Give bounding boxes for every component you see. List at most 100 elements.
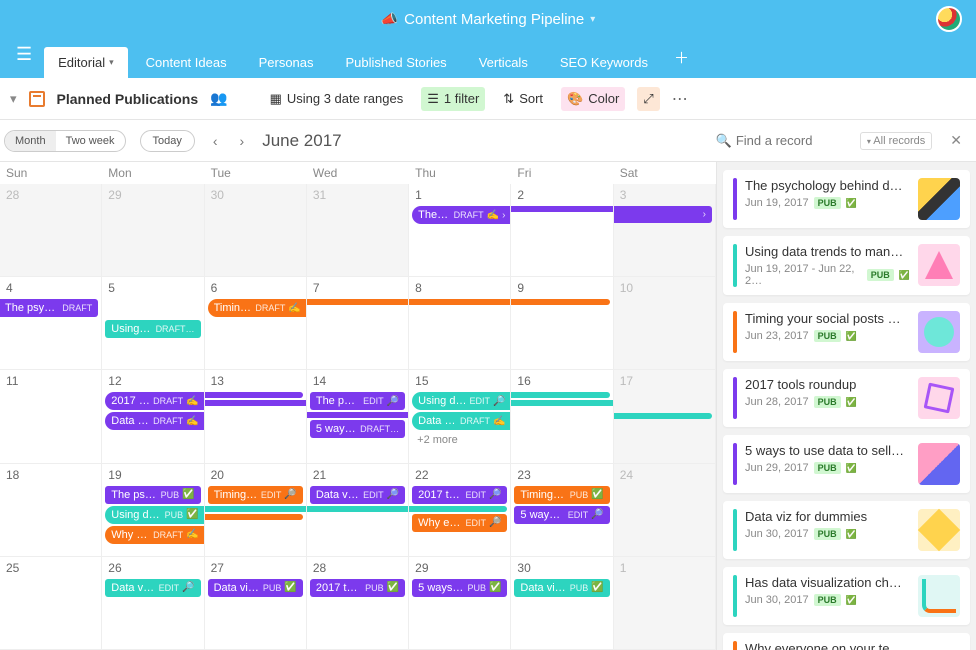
calendar-cell[interactable]: 31 (307, 184, 409, 277)
event-chip[interactable] (409, 506, 507, 512)
event-chip[interactable]: The psychol…PUB✅ (105, 486, 200, 504)
event-chip[interactable]: Timing your …PUB✅ (514, 486, 609, 504)
calendar-cell[interactable]: 14The psychol…EDIT🔎5 ways to u…DRAFT… (307, 370, 409, 463)
calendar-cell[interactable]: 19The psychol…PUB✅Using data trends to m… (102, 464, 204, 557)
event-chip[interactable]: Data visualiz…EDIT🔎 (310, 486, 405, 504)
event-chip[interactable]: The psychology …DRAFT (0, 299, 98, 317)
calendar-cell[interactable]: 222017 tools r…EDIT🔎Why everyo…EDIT🔎 (409, 464, 511, 557)
more-events[interactable]: +2 more (411, 432, 508, 448)
record-sidebar[interactable]: The psychology behind d…Jun 19, 2017PUB✅… (716, 162, 976, 650)
event-chip[interactable]: Data viz for dummiesDRAFT✍️ (412, 412, 511, 430)
calendar-cell[interactable]: 1The psychology behind data vizDRAFT✍️› (409, 184, 511, 277)
calendar-cell[interactable]: 23Timing your …PUB✅5 ways to us…EDIT🔎 (511, 464, 613, 557)
calendar-cell[interactable]: 20Timing your …EDIT🔎 (205, 464, 307, 557)
event-chip[interactable]: Data viz for …PUB✅ (514, 579, 609, 597)
range-twoweek[interactable]: Two week (56, 131, 125, 151)
range-month[interactable]: Month (5, 131, 56, 151)
record-card[interactable]: Has data visualization ch…Jun 30, 2017PU… (723, 567, 970, 625)
event-chip[interactable]: 2017 tools r…PUB✅ (310, 579, 405, 597)
record-card[interactable]: The psychology behind d…Jun 19, 2017PUB✅ (723, 170, 970, 228)
calendar-cell[interactable]: 8 (409, 277, 511, 370)
range-toggle[interactable]: Month Two week (4, 130, 126, 152)
event-chip[interactable]: The psychology behind data vizDRAFT✍️› (412, 206, 511, 224)
event-chip[interactable] (307, 412, 409, 418)
calendar-cell[interactable]: 10 (614, 277, 716, 370)
calendar-cell[interactable]: 3› (614, 184, 716, 277)
calendar-cell[interactable]: 21Data visualiz…EDIT🔎 (307, 464, 409, 557)
event-chip[interactable] (409, 299, 511, 305)
calendar-cell[interactable]: 4The psychology …DRAFT (0, 277, 102, 370)
event-chip[interactable]: Using data trends to manage your merchan… (105, 506, 204, 524)
event-chip[interactable] (205, 514, 303, 520)
event-chip[interactable]: Timing your …EDIT🔎 (208, 486, 303, 504)
calendar-cell[interactable]: 1 (614, 557, 716, 650)
avatar[interactable] (936, 6, 962, 32)
event-chip[interactable]: Data visualiz…PUB✅ (208, 579, 303, 597)
record-card[interactable]: Timing your social posts …Jun 23, 2017PU… (723, 303, 970, 361)
filter-tool[interactable]: ☰ 1 filter (421, 87, 485, 111)
calendar-cell[interactable]: 29 (102, 184, 204, 277)
event-chip[interactable] (511, 392, 609, 398)
event-chip[interactable]: 5 ways to u…DRAFT… (310, 420, 405, 438)
calendar-cell[interactable]: 16 (511, 370, 613, 463)
calendar-cell[interactable]: 18 (0, 464, 102, 557)
event-chip[interactable] (205, 506, 307, 512)
event-chip[interactable] (511, 206, 613, 212)
calendar-cell[interactable]: 5Using data …DRAFT… (102, 277, 204, 370)
all-records-dropdown[interactable]: ▾ All records (860, 132, 932, 150)
event-chip[interactable]: Data visualization: Linking left brain &… (105, 412, 204, 430)
event-chip[interactable] (511, 299, 609, 305)
calendar-cell[interactable]: 15Using data t…EDIT🔎Data viz for dummies… (409, 370, 511, 463)
record-card[interactable]: Using data trends to man…Jun 19, 2017 - … (723, 236, 970, 295)
record-card[interactable]: 2017 tools roundupJun 28, 2017PUB✅ (723, 369, 970, 427)
collapse-icon[interactable]: ▾ (10, 91, 17, 107)
event-chip[interactable]: 2017 tools r…EDIT🔎 (412, 486, 507, 504)
calendar-cell[interactable]: 27Data visualiz…PUB✅ (205, 557, 307, 650)
calendar-cell[interactable]: 17 (614, 370, 716, 463)
tab-verticals[interactable]: Verticals (465, 47, 542, 78)
calendar-cell[interactable]: 30 (205, 184, 307, 277)
add-tab-button[interactable]: ＋ (666, 41, 697, 78)
calendar-cell[interactable]: 13 (205, 370, 307, 463)
view-title[interactable]: Planned Publications (57, 91, 199, 107)
calendar-cell[interactable]: 2 (511, 184, 613, 277)
tab-personas[interactable]: Personas (245, 47, 328, 78)
today-button[interactable]: Today (140, 130, 195, 152)
next-month-button[interactable]: › (236, 133, 249, 149)
more-icon[interactable]: ⋯ (672, 89, 690, 109)
search-input-wrap[interactable]: 🔍 (716, 133, 846, 149)
calendar-cell[interactable]: 9 (511, 277, 613, 370)
dateranges-tool[interactable]: ▦ Using 3 date ranges (264, 87, 410, 111)
prev-month-button[interactable]: ‹ (209, 133, 222, 149)
calendar-cell[interactable]: 28 (0, 184, 102, 277)
calendar-cell[interactable]: 26Data viz for …EDIT🔎 (102, 557, 204, 650)
calendar-cell[interactable]: 122017 tools roundupDRAFT✍️Data visualiz… (102, 370, 204, 463)
close-icon[interactable]: ✕ (946, 132, 966, 149)
event-chip[interactable]: Using data …DRAFT… (105, 320, 200, 338)
record-card[interactable]: 5 ways to use data to sell…Jun 29, 2017P… (723, 435, 970, 493)
event-chip[interactable]: Data viz for …EDIT🔎 (105, 579, 200, 597)
event-chip[interactable]: Why everyone on your team need…DRAFT✍️ (105, 526, 204, 544)
calendar-cell[interactable]: 282017 tools r…PUB✅ (307, 557, 409, 650)
event-chip[interactable]: Why everyo…EDIT🔎 (412, 514, 507, 532)
calendar-cell[interactable]: 7 (307, 277, 409, 370)
calendar-cell[interactable]: 25 (0, 557, 102, 650)
calendar-cell[interactable]: 24 (614, 464, 716, 557)
event-chip[interactable]: 5 ways to us…PUB✅ (412, 579, 507, 597)
menu-icon[interactable]: ☰ (8, 44, 40, 73)
expand-tool[interactable]: ⤢ (637, 87, 659, 111)
color-tool[interactable]: 🎨 Color (561, 87, 625, 111)
event-chip[interactable] (205, 400, 307, 406)
event-chip[interactable]: 2017 tools roundupDRAFT✍️ (105, 392, 204, 410)
search-input[interactable] (736, 133, 846, 148)
event-chip[interactable]: Using data t…EDIT🔎 (412, 392, 511, 410)
calendar-cell[interactable]: 295 ways to us…PUB✅ (409, 557, 511, 650)
event-chip[interactable] (205, 392, 303, 398)
calendar-cell[interactable]: 6Timing your social posts for successDRA… (205, 277, 307, 370)
tab-published-stories[interactable]: Published Stories (332, 47, 461, 78)
calendar-cell[interactable]: 30Data viz for …PUB✅ (511, 557, 613, 650)
event-chip[interactable] (307, 299, 409, 305)
event-chip[interactable]: 5 ways to us…EDIT🔎 (514, 506, 609, 524)
share-icon[interactable]: 👥 (210, 90, 227, 107)
tab-editorial[interactable]: Editorial▾ (44, 47, 128, 78)
